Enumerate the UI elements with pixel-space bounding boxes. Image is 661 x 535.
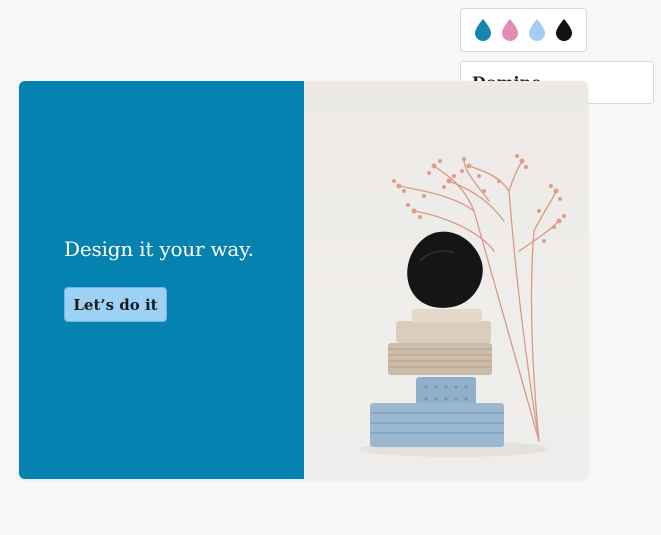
hero-text-panel: Design it your way. Let’s do it	[19, 81, 304, 479]
black-drop-icon[interactable]	[554, 18, 574, 42]
color-swatch-bar	[460, 8, 587, 52]
hero-headline: Design it your way.	[64, 237, 254, 261]
pink-drop-icon[interactable]	[500, 18, 520, 42]
lets-do-it-button[interactable]: Let’s do it	[64, 287, 167, 322]
light-blue-drop-icon[interactable]	[527, 18, 547, 42]
hero-image-panel	[304, 81, 588, 479]
teal-drop-icon[interactable]	[473, 18, 493, 42]
stacked-ceramics-photo	[359, 154, 566, 457]
hero-card: Design it your way. Let’s do it	[19, 81, 588, 479]
